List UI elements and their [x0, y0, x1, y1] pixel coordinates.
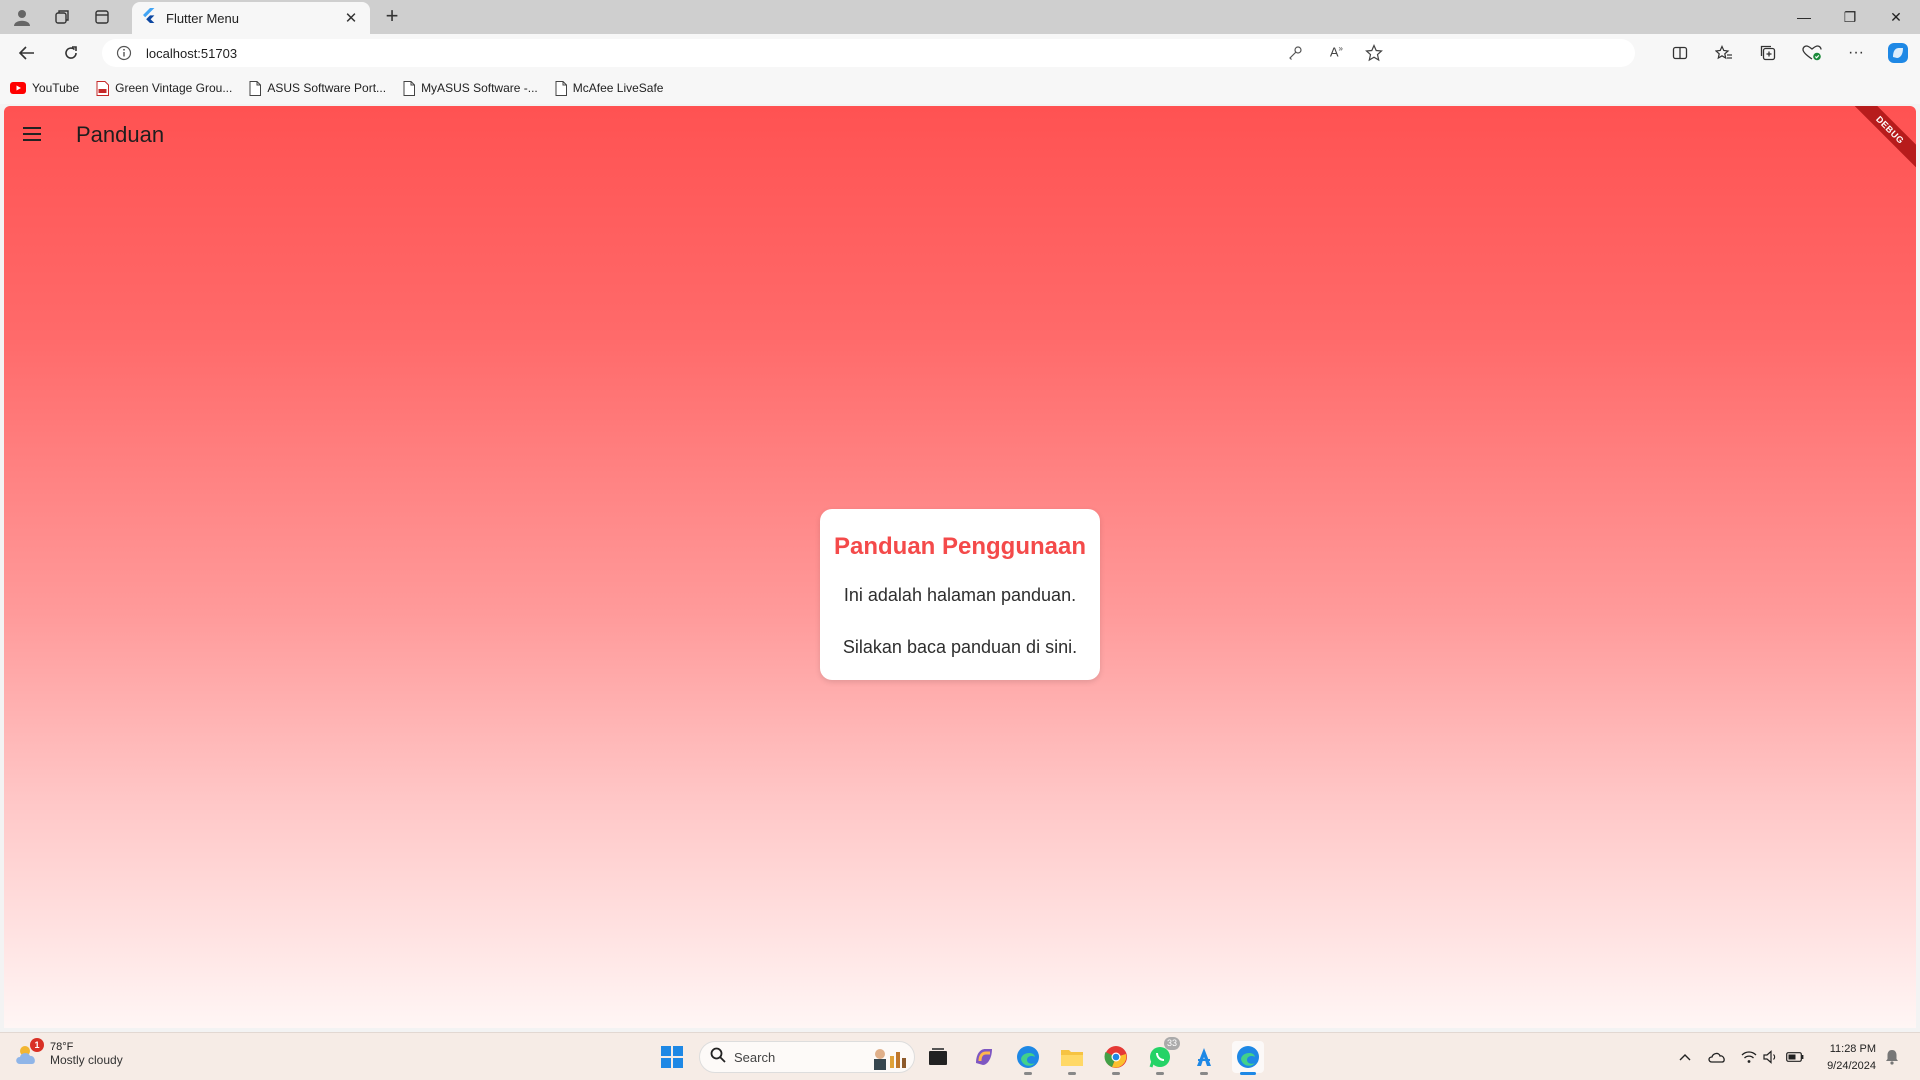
chrome-icon[interactable] [1100, 1041, 1132, 1075]
cloud-sun-icon: 1 [14, 1038, 44, 1066]
weather-temp: 78°F [50, 1041, 74, 1053]
tab-title: Flutter Menu [166, 10, 239, 26]
search-highlight-icon [868, 1046, 908, 1075]
guide-card: Panduan Penggunaan Ini adalah halaman pa… [820, 509, 1100, 680]
card-text-line-2: Silakan baca panduan di sini. [842, 637, 1078, 657]
notification-bell-icon[interactable] [1882, 1047, 1902, 1067]
close-window-button[interactable]: ✕ [1873, 0, 1919, 34]
pdf-icon [96, 80, 110, 96]
store-icon[interactable] [1188, 1041, 1220, 1075]
bookmark-mcafee[interactable]: McAfee LiveSafe [555, 80, 664, 96]
tab-flutter-menu[interactable]: Flutter Menu ✕ [132, 2, 370, 34]
app-bar: Panduan [4, 106, 1916, 162]
bookmark-label: Green Vintage Grou... [115, 81, 233, 95]
read-aloud-icon[interactable]: A» [1330, 44, 1343, 59]
clock[interactable]: 11:28 PM 9/24/2024 [1827, 1041, 1876, 1075]
whatsapp-icon[interactable]: 33 [1144, 1037, 1180, 1075]
favorites-icon[interactable] [1711, 41, 1737, 65]
file-explorer-icon[interactable] [1056, 1041, 1088, 1075]
volume-icon[interactable] [1761, 1047, 1781, 1067]
edge-active-icon[interactable] [1232, 1041, 1264, 1075]
start-button[interactable] [656, 1041, 688, 1073]
tab-close-icon[interactable]: ✕ [342, 9, 360, 27]
tab-strip: Flutter Menu ✕ + — ❐ ✕ [0, 0, 1920, 34]
site-info-icon[interactable] [116, 45, 132, 66]
password-key-icon[interactable] [1287, 45, 1303, 66]
wifi-icon[interactable] [1739, 1047, 1759, 1067]
weather-badge: 1 [30, 1038, 44, 1052]
search-placeholder: Search [734, 1049, 776, 1065]
task-view-icon[interactable] [922, 1041, 954, 1073]
clock-date: 9/24/2024 [1827, 1060, 1876, 1072]
battery-icon[interactable] [1785, 1047, 1805, 1067]
youtube-icon [10, 82, 26, 94]
app-bar-title: Panduan [76, 122, 165, 147]
hamburger-menu-icon[interactable] [16, 118, 48, 150]
whatsapp-badge: 33 [1163, 1037, 1180, 1050]
favorite-star-icon[interactable] [1365, 44, 1383, 67]
workspaces-icon[interactable] [48, 5, 76, 29]
card-text-line-1: Ini adalah halaman panduan. [843, 585, 1077, 605]
bookmarks-bar: YouTube Green Vintage Grou... ASUS Softw… [0, 72, 1920, 104]
address-bar[interactable]: localhost:51703 A» [102, 39, 1635, 67]
split-screen-icon[interactable] [1667, 41, 1693, 65]
new-tab-button[interactable]: + [380, 5, 404, 29]
windows-taskbar: 1 78°F Mostly cloudy Search 33 11:28 PM … [0, 1032, 1920, 1080]
browser-essentials-icon[interactable] [1799, 41, 1825, 65]
search-icon [710, 1047, 726, 1068]
page-icon [249, 80, 262, 96]
refresh-icon[interactable] [58, 41, 84, 65]
page-icon [555, 80, 567, 96]
collections-icon[interactable] [1755, 41, 1781, 65]
minimize-button[interactable]: — [1781, 0, 1827, 34]
card-title: Panduan Penggunaan [833, 533, 1087, 560]
browser-toolbar: localhost:51703 A» ··· [0, 34, 1920, 72]
bookmark-myasus[interactable]: MyASUS Software -... [403, 80, 538, 96]
clock-time: 11:28 PM [1829, 1043, 1876, 1055]
tab-actions-icon[interactable] [88, 5, 116, 29]
copilot-taskbar-icon[interactable] [968, 1041, 1000, 1073]
maximize-button[interactable]: ❐ [1827, 0, 1873, 34]
profile-icon[interactable] [8, 5, 36, 29]
weather-desc: Mostly cloudy [50, 1053, 123, 1067]
flutter-app-viewport: Panduan DEBUG Panduan Penggunaan Ini ada… [4, 106, 1916, 1028]
flutter-icon [142, 7, 156, 29]
chevron-up-icon[interactable] [1675, 1047, 1695, 1067]
more-options-icon[interactable]: ··· [1843, 41, 1869, 65]
weather-widget[interactable]: 1 78°F Mostly cloudy [14, 1038, 123, 1067]
edge-icon[interactable] [1012, 1041, 1044, 1075]
taskbar-search[interactable]: Search [699, 1041, 915, 1073]
bookmark-youtube[interactable]: YouTube [10, 81, 79, 95]
copilot-icon[interactable] [1885, 41, 1911, 65]
onedrive-icon[interactable] [1707, 1047, 1727, 1067]
bookmark-label: YouTube [32, 81, 80, 95]
bookmark-asus-software[interactable]: ASUS Software Port... [249, 80, 387, 96]
back-arrow-icon[interactable] [14, 41, 40, 65]
bookmark-label: MyASUS Software -... [421, 81, 538, 95]
bookmark-green-vintage[interactable]: Green Vintage Grou... [96, 80, 233, 96]
bookmark-label: McAfee LiveSafe [572, 81, 664, 95]
url-text: localhost:51703 [146, 45, 238, 61]
page-icon [403, 80, 416, 96]
bookmark-label: ASUS Software Port... [267, 81, 387, 95]
